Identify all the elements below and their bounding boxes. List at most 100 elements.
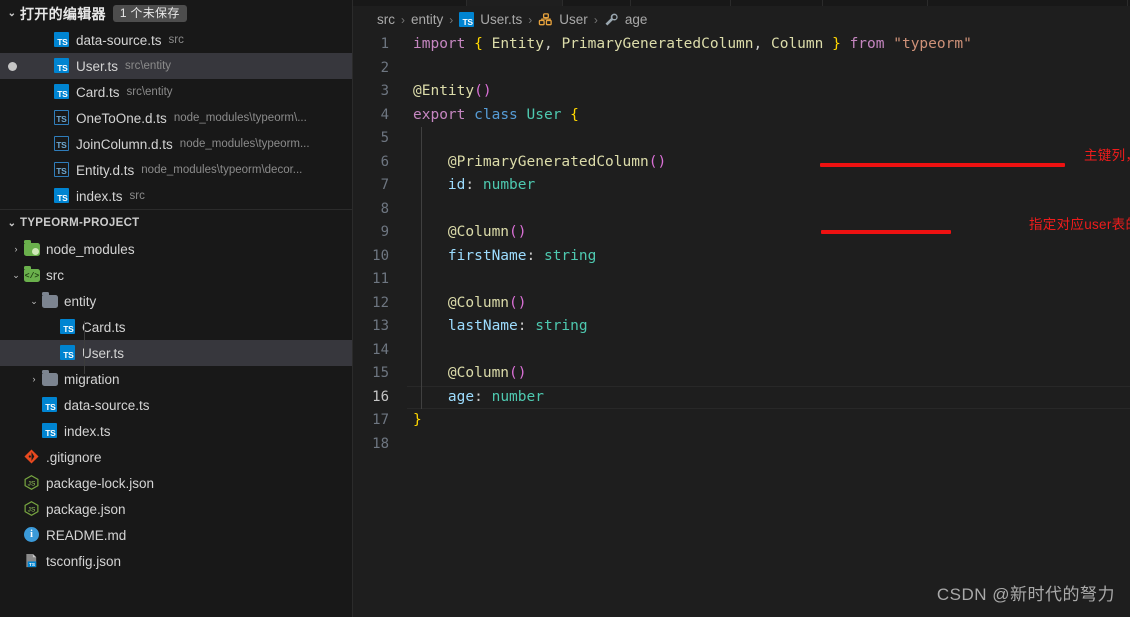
open-editor-item[interactable]: TS OneToOne.d.ts node_modules\typeorm\... bbox=[0, 105, 352, 131]
code-line[interactable]: 15 @Column() bbox=[353, 362, 1130, 386]
file-tree-item-label: tsconfig.json bbox=[46, 553, 122, 569]
line-number: 10 bbox=[372, 247, 389, 264]
tsconfig-icon: TS bbox=[24, 553, 40, 569]
line-number: 15 bbox=[372, 365, 389, 381]
breadcrumb-item[interactable]: src bbox=[377, 12, 395, 27]
folder-icon bbox=[42, 292, 58, 309]
line-number: 2 bbox=[380, 59, 389, 76]
file-tree-item[interactable]: TS index.ts bbox=[0, 418, 352, 444]
line-number: 18 bbox=[372, 435, 389, 452]
chevron-right-icon[interactable]: › bbox=[8, 244, 24, 254]
file-tree-item-label: .gitignore bbox=[46, 449, 102, 465]
code-line[interactable]: 4 export class User { bbox=[353, 104, 1130, 128]
code-line[interactable]: 3 @Entity() bbox=[353, 80, 1130, 104]
line-number: 7 bbox=[380, 177, 389, 193]
open-editor-item[interactable]: TS index.ts src bbox=[0, 183, 352, 209]
open-editor-name: index.ts bbox=[76, 188, 123, 204]
tab-sliver-active[interactable] bbox=[467, 0, 563, 6]
file-tree-item[interactable]: .gitignore bbox=[0, 444, 352, 470]
chevron-down-icon[interactable]: ⌄ bbox=[4, 8, 20, 19]
code-line[interactable]: 5 bbox=[353, 127, 1130, 151]
chevron-down-icon[interactable]: ⌄ bbox=[4, 218, 20, 229]
file-tree-item[interactable]: › node_modules bbox=[0, 236, 352, 262]
line-number: 12 bbox=[372, 294, 389, 311]
info-icon: i bbox=[24, 527, 40, 543]
project-root-header[interactable]: ⌄ TYPEORM-PROJECT bbox=[0, 210, 352, 236]
code-line[interactable]: 12 @Column() bbox=[353, 292, 1130, 316]
file-tree-item[interactable]: JS package.json bbox=[0, 496, 352, 522]
code-line[interactable]: 1 import { Entity, PrimaryGeneratedColumn… bbox=[353, 33, 1130, 57]
file-tree-item[interactable]: JS package-lock.json bbox=[0, 470, 352, 496]
code-line-text: @Entity() bbox=[413, 83, 492, 99]
dirty-indicator-slot bbox=[0, 61, 24, 71]
dirty-dot-icon[interactable] bbox=[7, 61, 17, 71]
file-tree-item-label: README.md bbox=[46, 527, 127, 543]
vscode-window: ⌄ 打开的编辑器 1 个未保存 TS data-source.ts src TS Use… bbox=[0, 0, 1130, 617]
open-editor-item[interactable]: TS data-source.ts src bbox=[0, 27, 352, 53]
file-tree-item[interactable]: ⌄ </> src bbox=[0, 262, 352, 288]
chevron-right-icon[interactable]: › bbox=[26, 374, 42, 384]
file-tree-item-label: package-lock.json bbox=[46, 475, 155, 491]
file-tree-item-label: node_modules bbox=[46, 241, 135, 257]
breadcrumb-item[interactable]: TS User.ts bbox=[459, 12, 522, 28]
code-line[interactable]: 18 bbox=[353, 433, 1130, 457]
code-line[interactable]: 14 bbox=[353, 339, 1130, 363]
line-number: 6 bbox=[380, 153, 389, 170]
folder-node-modules-icon bbox=[24, 240, 40, 257]
code-line-text: id: number bbox=[447, 177, 536, 193]
ts-file-icon: TS bbox=[42, 423, 58, 439]
code-editor[interactable]: 1 import { Entity, PrimaryGeneratedColumn… bbox=[353, 33, 1130, 456]
code-line-text: export class User { bbox=[413, 106, 579, 123]
chevron-down-icon[interactable]: ⌄ bbox=[8, 270, 24, 281]
open-editor-name: JoinColumn.d.ts bbox=[76, 136, 173, 152]
file-tree-item[interactable]: ⌄ entity bbox=[0, 288, 352, 314]
code-line[interactable]: 16 age: number bbox=[353, 385, 1130, 410]
open-editor-item[interactable]: TS Entity.d.ts node_modules\typeorm\decor.… bbox=[0, 157, 352, 183]
code-line[interactable]: 9 @Column() bbox=[353, 221, 1130, 245]
file-tree-item[interactable]: TS data-source.ts bbox=[0, 392, 352, 418]
code-line[interactable]: 11 bbox=[353, 268, 1130, 292]
breadcrumb-item[interactable]: age bbox=[604, 12, 647, 28]
open-editor-name: OneToOne.d.ts bbox=[76, 110, 167, 126]
file-tree-item[interactable]: TS Card.ts bbox=[0, 314, 352, 340]
ts-file-icon: TS bbox=[60, 345, 76, 361]
code-line[interactable]: 13 lastName: string bbox=[353, 315, 1130, 339]
open-editor-item[interactable]: TS JoinColumn.d.ts node_modules\typeorm... bbox=[0, 131, 352, 157]
tab-sliver[interactable] bbox=[823, 0, 928, 6]
code-line[interactable]: 2 bbox=[353, 57, 1130, 81]
ts-file-icon: TS bbox=[459, 12, 475, 28]
tab-sliver[interactable] bbox=[563, 0, 631, 6]
file-tree-item[interactable]: › migration bbox=[0, 366, 352, 392]
open-editor-path: src\entity bbox=[125, 60, 172, 72]
file-tree-item[interactable]: i README.md bbox=[0, 522, 352, 548]
line-number: 16 bbox=[372, 388, 389, 405]
file-tree-item[interactable]: TS User.ts bbox=[0, 340, 352, 366]
code-line[interactable]: 10 firstName: string bbox=[353, 245, 1130, 269]
line-number: 8 bbox=[380, 200, 389, 217]
tab-sliver[interactable] bbox=[353, 0, 467, 6]
file-tree-item-label: src bbox=[46, 267, 64, 283]
ts-declaration-icon: TS bbox=[54, 110, 70, 126]
open-editor-name: Entity.d.ts bbox=[76, 162, 135, 178]
chevron-down-icon[interactable]: ⌄ bbox=[26, 296, 42, 307]
breadcrumb-item[interactable]: entity bbox=[411, 12, 443, 27]
open-editor-item[interactable]: TS User.ts src\entity bbox=[0, 53, 352, 79]
code-line[interactable]: 7 id: number bbox=[353, 174, 1130, 198]
tab-sliver[interactable] bbox=[631, 0, 731, 6]
breadcrumb-item[interactable]: User bbox=[538, 12, 588, 28]
svg-text:TS: TS bbox=[29, 562, 35, 567]
open-editor-path: src bbox=[129, 190, 145, 202]
code-line[interactable]: 8 bbox=[353, 198, 1130, 222]
tab-sliver[interactable] bbox=[731, 0, 823, 6]
line-number: 9 bbox=[380, 224, 389, 240]
code-line-text: } bbox=[413, 412, 422, 428]
tree-indent-guide bbox=[84, 321, 85, 374]
file-tree-item-label: package.json bbox=[46, 501, 126, 517]
code-line-text: lastName: string bbox=[447, 318, 588, 334]
open-editors-header[interactable]: ⌄ 打开的编辑器 1 个未保存 bbox=[0, 0, 352, 27]
open-editor-item[interactable]: TS Card.ts src\entity bbox=[0, 79, 352, 105]
indent-guide bbox=[421, 127, 422, 409]
tab-sliver[interactable] bbox=[928, 0, 1128, 6]
file-tree-item[interactable]: TS tsconfig.json bbox=[0, 548, 352, 574]
code-line[interactable]: 17} bbox=[353, 409, 1130, 433]
